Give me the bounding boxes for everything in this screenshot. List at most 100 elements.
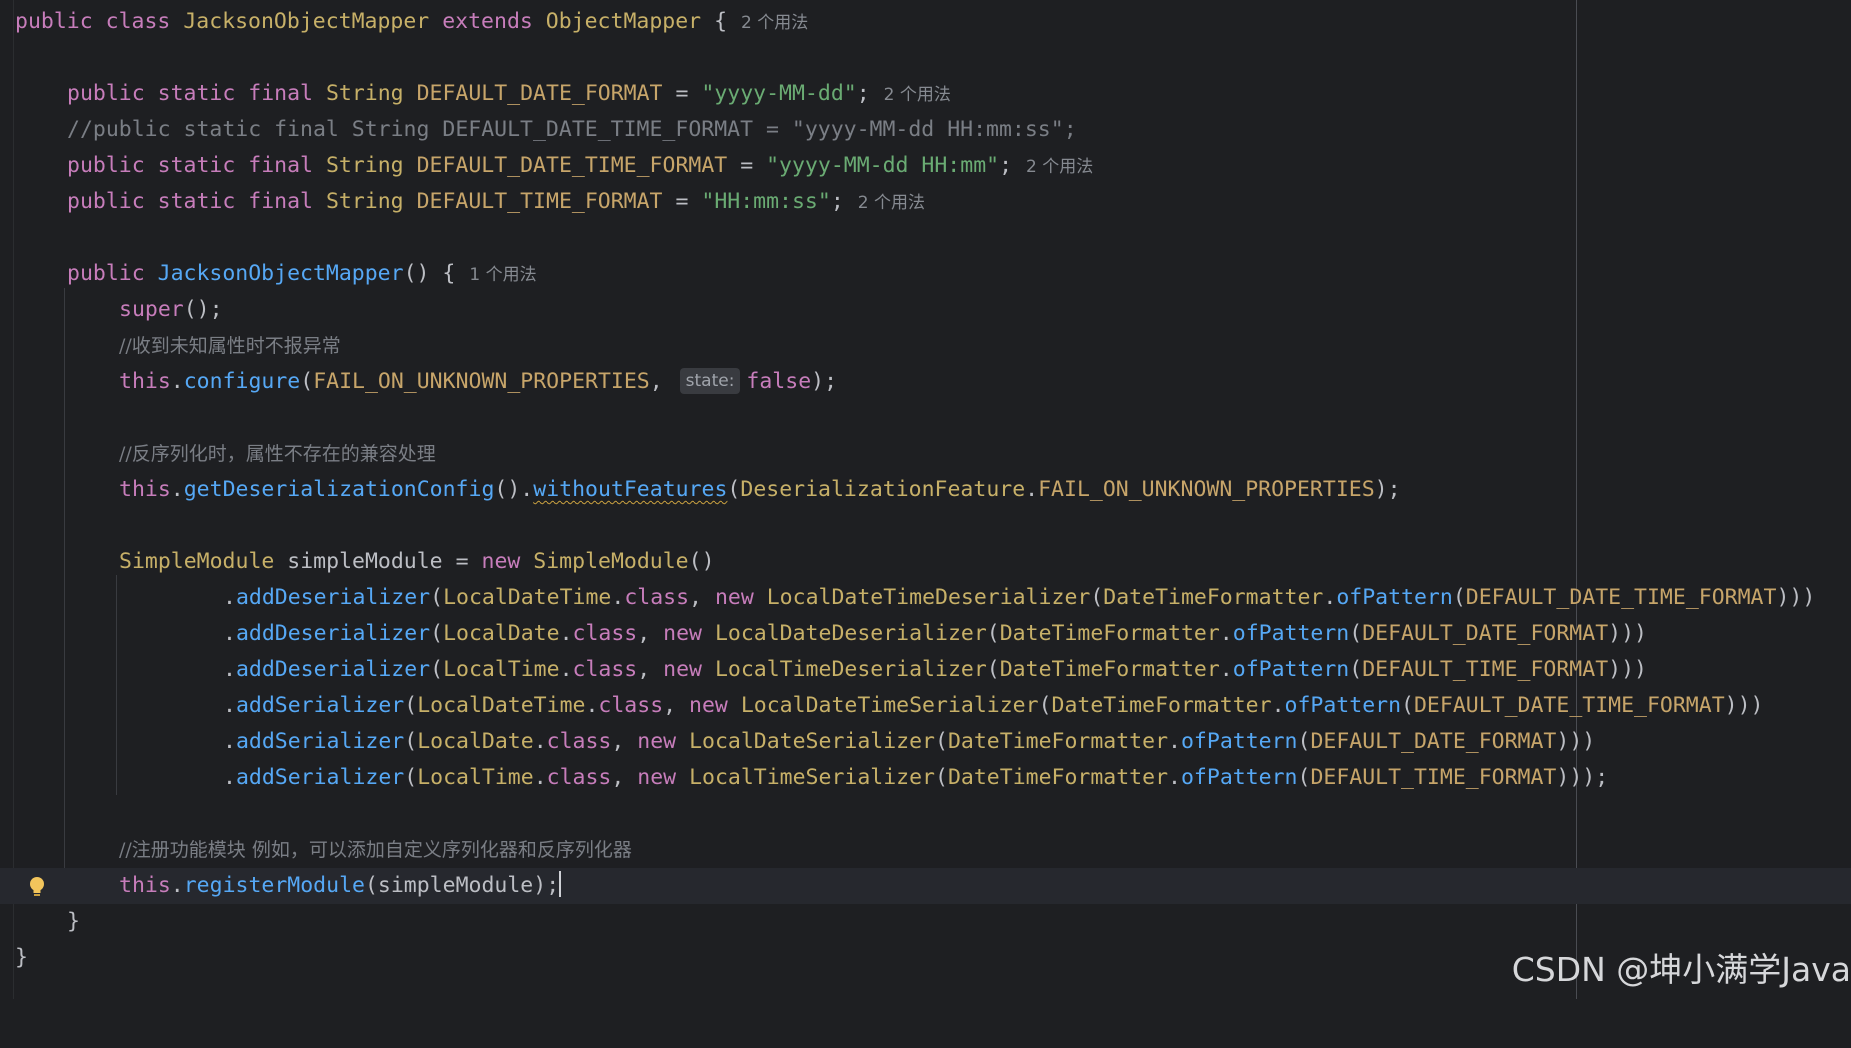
code-line-16[interactable]: SimpleModule simpleModule = new SimpleMo… [0,544,1851,580]
token: super [119,297,184,322]
code-line-24[interactable]: //注册功能模块 例如，可以添加自定义序列化器和反序列化器 [0,832,1851,868]
token: class [546,765,612,790]
code-comment: //public static final String DEFAULT_DAT… [67,117,1077,142]
code-line-10[interactable]: //收到未知属性时不报异常 [0,328,1851,364]
code-line-9[interactable]: super(); [0,292,1851,328]
token: class [624,585,690,610]
token: new [637,765,677,790]
token: LocalDateTime [417,693,586,718]
token: static [157,81,236,106]
code-line-17[interactable]: .addDeserializer(LocalDateTime.class, ne… [0,580,1851,616]
token: SimpleModule [533,549,689,574]
token: configure [183,369,301,394]
code-line-4[interactable]: //public static final String DEFAULT_DAT… [0,112,1851,148]
token: DateTimeFormatter [999,621,1220,646]
code-line-8[interactable]: public JacksonObjectMapper() {1 个用法 [0,256,1851,292]
token: registerModule [183,873,365,898]
code-line-1[interactable]: public class JacksonObjectMapper extends… [0,4,1851,40]
token: DeserializationFeature [740,477,1026,502]
token: this [119,477,171,502]
token: DateTimeFormatter [1051,693,1272,718]
token: static [157,189,236,214]
token: LocalTime [443,657,560,682]
token: class [598,693,664,718]
token: LocalTimeSerializer [689,765,936,790]
token: ofPattern [1180,765,1298,790]
token: LocalDateTimeSerializer [740,693,1039,718]
code-line-13[interactable]: //反序列化时，属性不存在的兼容处理 [0,436,1851,472]
token: new [637,729,677,754]
token: DEFAULT_DATE_FORMAT [416,81,663,106]
token: new [714,585,754,610]
code-line-11[interactable]: this.configure(FAIL_ON_UNKNOWN_PROPERTIE… [0,364,1851,400]
usage-hint[interactable]: 2 个用法 [741,13,808,33]
token: "yyyy-MM-dd" [701,81,857,106]
token: addSerializer [235,729,405,754]
code-line-18[interactable]: .addDeserializer(LocalDate.class, new Lo… [0,616,1851,652]
token: public [67,81,145,106]
token: JacksonObjectMapper [157,261,404,286]
token: ObjectMapper [545,9,702,34]
usage-hint[interactable]: 1 个用法 [469,265,536,285]
token: DEFAULT_TIME_FORMAT [416,189,663,214]
token: new [663,657,702,682]
token: DateTimeFormatter [947,729,1169,754]
token: new [689,693,728,718]
token: ofPattern [1232,621,1350,646]
code-comment: //反序列化时，属性不存在的兼容处理 [119,443,436,465]
token: LocalDateTimeDeserializer [766,585,1091,610]
token: SimpleModule [119,549,275,574]
code-line-5[interactable]: public static final String DEFAULT_DATE_… [0,148,1851,184]
token: new [481,549,521,574]
token: LocalDateSerializer [689,729,936,754]
usage-hint[interactable]: 2 个用法 [1026,157,1093,177]
token: ofPattern [1336,585,1453,610]
code-editor[interactable]: public class JacksonObjectMapper extends… [0,0,1851,999]
token: LocalDateTime [443,585,612,610]
token: class [546,729,612,754]
token: this [119,369,171,394]
text-caret [559,871,562,897]
token: public [67,261,145,286]
token: ofPattern [1180,729,1298,754]
code-line-14[interactable]: this.getDeserializationConfig().withoutF… [0,472,1851,508]
usage-hint[interactable]: 2 个用法 [858,193,925,213]
usage-hint[interactable]: 2 个用法 [884,85,951,105]
token: this [119,873,171,898]
parameter-hint: state: [679,368,741,394]
token: FAIL_ON_UNKNOWN_PROPERTIES [313,369,650,394]
watermark: CSDN @坤小满学Java [1511,950,1851,989]
token: DEFAULT_DATE_TIME_FORMAT [1413,693,1725,718]
token: addDeserializer [235,621,431,646]
code-line-19[interactable]: .addDeserializer(LocalTime.class, new Lo… [0,652,1851,688]
deprecated-token[interactable]: withoutFeatures [533,477,727,502]
code-line-3[interactable]: public static final String DEFAULT_DATE_… [0,76,1851,112]
code-line-25-current[interactable]: this.registerModule(simpleModule); [0,868,1851,904]
token: DEFAULT_DATE_FORMAT [1310,729,1557,754]
token: DEFAULT_DATE_FORMAT [1362,621,1609,646]
code-line-26[interactable]: } [0,904,1851,940]
token: addSerializer [235,765,405,790]
code-line-22[interactable]: .addSerializer(LocalTime.class, new Loca… [0,760,1851,796]
token: DateTimeFormatter [999,657,1220,682]
token: new [663,621,702,646]
code-line-21[interactable]: .addSerializer(LocalDate.class, new Loca… [0,724,1851,760]
token: ofPattern [1284,693,1402,718]
token: String [325,189,404,214]
token: class [572,621,638,646]
token: public [67,189,145,214]
code-line-6[interactable]: public static final String DEFAULT_TIME_… [0,184,1851,220]
token: DEFAULT_TIME_FORMAT [1362,657,1609,682]
token: false [746,369,812,394]
token: ofPattern [1232,657,1350,682]
token: static [157,153,236,178]
token: JacksonObjectMapper [183,9,430,34]
token: FAIL_ON_UNKNOWN_PROPERTIES [1038,477,1375,502]
token: LocalTime [417,765,534,790]
token: final [248,189,313,214]
token: getDeserializationConfig [183,477,495,502]
code-line-20[interactable]: .addSerializer(LocalDateTime.class, new … [0,688,1851,724]
token: simpleModule [377,873,534,898]
lightbulb-icon[interactable] [28,876,46,898]
token: LocalDate [417,729,534,754]
